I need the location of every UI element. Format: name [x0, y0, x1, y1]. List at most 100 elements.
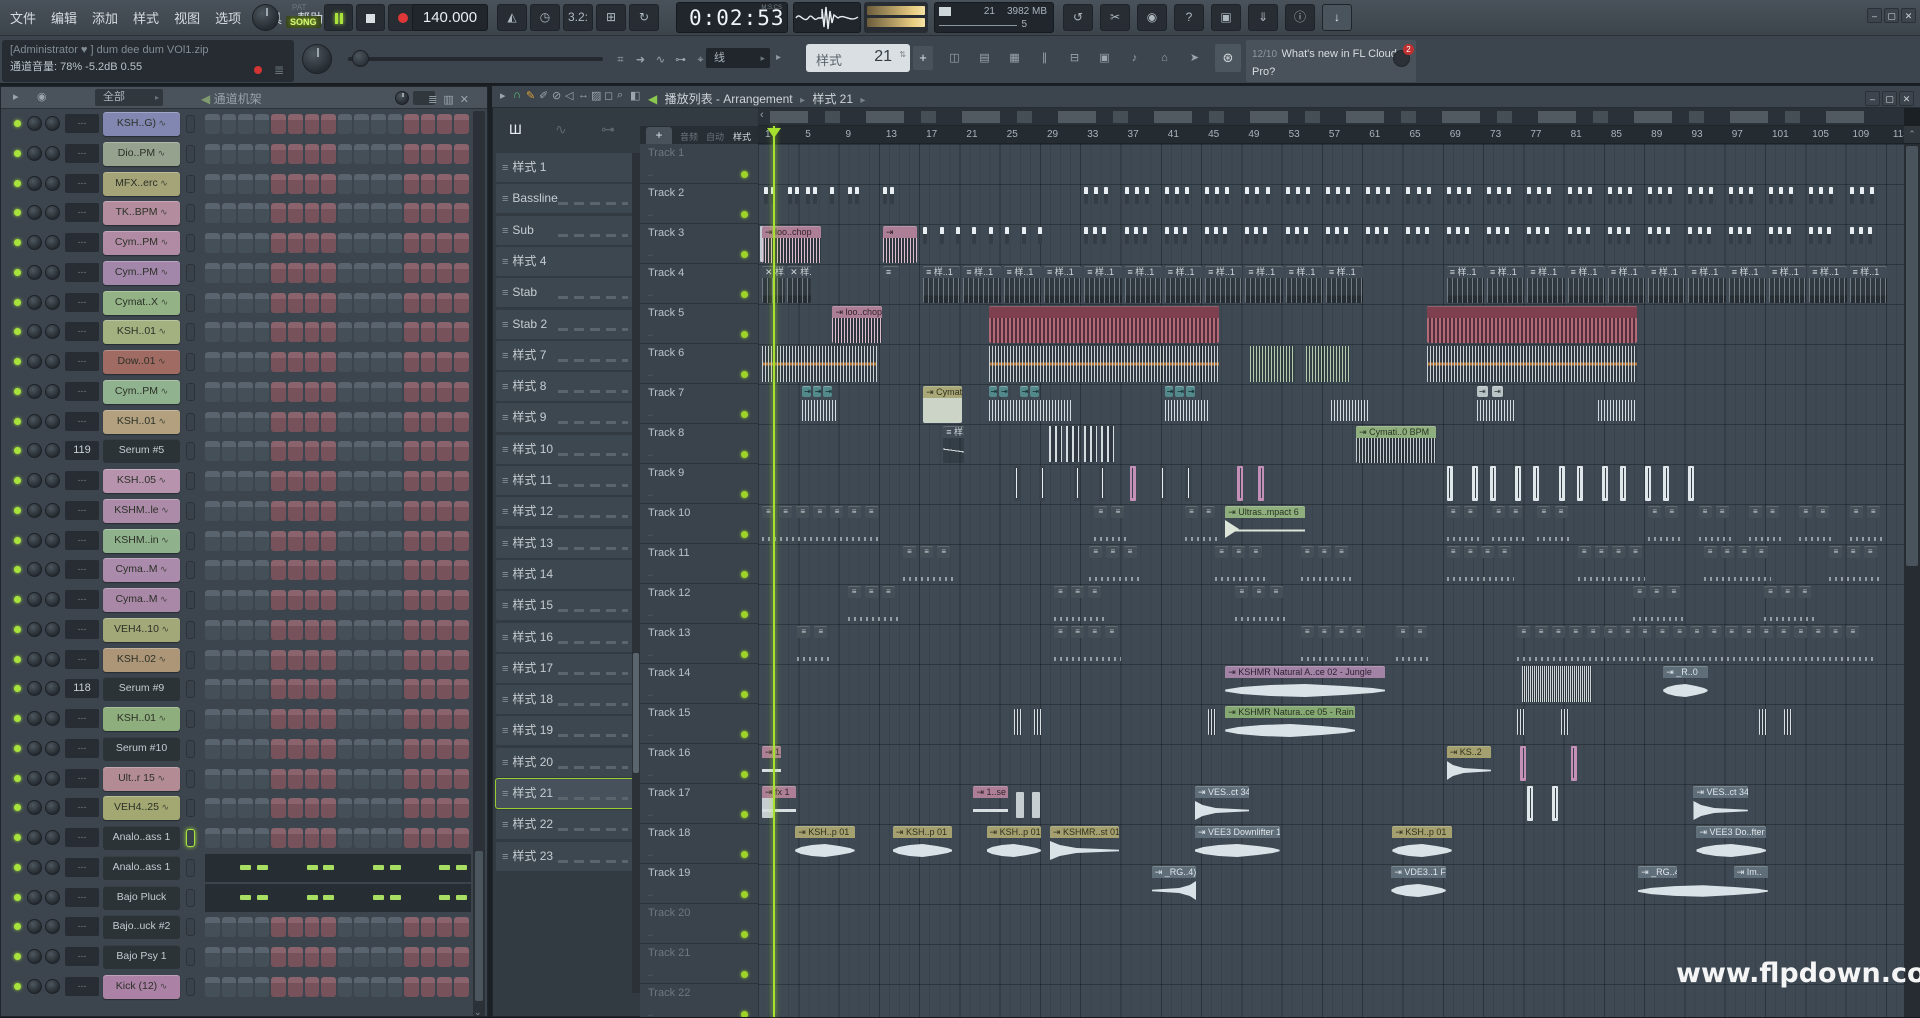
clip-label[interactable]: ≡ 样..1 — [1769, 266, 1806, 278]
step-cell[interactable] — [388, 620, 403, 640]
note-tick-clip[interactable] — [1657, 227, 1661, 244]
step-cell[interactable] — [371, 412, 386, 432]
clip-body[interactable] — [973, 798, 1007, 823]
note-tick-clip[interactable] — [1608, 227, 1612, 244]
rack-play-icon[interactable]: ▸ — [13, 90, 19, 103]
step-cell[interactable] — [371, 798, 386, 818]
step-cell[interactable] — [305, 263, 320, 283]
step-cell[interactable] — [371, 114, 386, 134]
pattern-item[interactable]: ≡样式 4 — [496, 247, 634, 276]
track-header[interactable]: Track 17┄ — [640, 784, 758, 824]
mini-pattern-clip[interactable]: ≡ — [797, 626, 810, 638]
clip-body[interactable] — [1225, 678, 1385, 703]
pattern-item[interactable]: ≡样式 1 — [496, 153, 634, 182]
mini-pattern-clip[interactable]: ≡ — [1105, 626, 1118, 638]
track-grip[interactable]: ┄ — [648, 291, 654, 300]
channel-selector[interactable] — [186, 680, 195, 698]
mini-pattern-clip[interactable]: ≡ — [779, 506, 792, 518]
note-tick-clip[interactable] — [1084, 227, 1088, 244]
step-cell[interactable] — [222, 114, 237, 134]
step-cell[interactable] — [454, 531, 469, 551]
step-cell[interactable] — [255, 739, 270, 759]
clip-label[interactable]: ⇥ _RG..4) — [1152, 866, 1196, 878]
step-cell[interactable] — [305, 560, 320, 580]
thin-clip[interactable] — [1688, 466, 1694, 501]
track-name[interactable]: Track 6 — [648, 347, 684, 359]
mini-pattern-clip[interactable]: ≡ — [937, 546, 950, 558]
clip-label[interactable]: ⇥ KSHMR Natural A..ce 02 - Jungle — [1225, 666, 1385, 678]
clip[interactable]: ⇥ 1..se — [762, 746, 781, 783]
track-name[interactable]: Track 14 — [648, 667, 690, 679]
play-icon[interactable]: ▸ — [500, 89, 506, 102]
mini-pattern-clip[interactable]: ≡ — [1595, 546, 1608, 558]
step-cell[interactable] — [288, 828, 303, 848]
mini-pattern-clip[interactable]: ≡ — [1781, 586, 1794, 598]
channel-volume-knob[interactable] — [45, 146, 60, 161]
clip-body[interactable] — [1165, 278, 1202, 303]
waveform-strip[interactable] — [802, 400, 836, 421]
channel-volume-knob[interactable] — [45, 443, 60, 458]
channel-pan-knob[interactable] — [27, 503, 42, 518]
step-cell[interactable] — [222, 828, 237, 848]
track-grip[interactable]: ┄ — [648, 531, 654, 540]
step-cell[interactable] — [288, 650, 303, 670]
note-dots-strip[interactable] — [1054, 617, 1104, 621]
step-cell[interactable] — [404, 441, 419, 461]
channel-pan-knob[interactable] — [27, 265, 42, 280]
striped-clip[interactable] — [989, 346, 1220, 382]
channel-button[interactable]: Ult..r 15 ∿ — [103, 767, 180, 791]
playlist-scrollbar[interactable] — [1904, 144, 1920, 1017]
mini-pattern-clip[interactable]: ≡ — [1766, 506, 1779, 518]
clip[interactable]: ⇥ KSHMR Natura..ce 05 - Rain — [1225, 706, 1355, 743]
thin-clip[interactable] — [1527, 786, 1533, 821]
channel-button[interactable]: Analo..ass 1 — [103, 856, 180, 880]
note-tick-clip[interactable] — [1578, 187, 1582, 204]
mini-pattern-clip[interactable]: ≡ — [1829, 546, 1842, 558]
thin-clip[interactable] — [1258, 466, 1264, 501]
note-tick-clip[interactable] — [1225, 187, 1229, 204]
track-grip[interactable]: ┄ — [648, 691, 654, 700]
pattern-item[interactable]: ≡样式 19 — [496, 716, 634, 745]
step-cell[interactable] — [404, 501, 419, 521]
step-cell[interactable] — [338, 263, 353, 283]
thin-clip[interactable] — [1472, 466, 1478, 501]
channel-volume-knob[interactable] — [45, 473, 60, 488]
step-cell[interactable] — [238, 947, 253, 967]
clip[interactable]: ⇥ KS..2 — [1447, 746, 1491, 783]
track-led[interactable] — [741, 651, 748, 658]
channel-mute-led[interactable] — [14, 685, 21, 692]
chip-clip[interactable]: ⇥ — [999, 386, 1008, 397]
step-cell[interactable] — [222, 769, 237, 789]
track-header[interactable]: Track 18┄ — [640, 824, 758, 864]
step-cell[interactable] — [421, 947, 436, 967]
step-cell[interactable] — [354, 709, 369, 729]
clip-label[interactable]: ≡ 样..1 — [1809, 266, 1846, 278]
channel-mute-led[interactable] — [14, 894, 21, 901]
step-cell[interactable] — [454, 441, 469, 461]
clip[interactable]: ≡ 样..1 — [1084, 266, 1121, 303]
save-icon[interactable]: ▣ — [1211, 4, 1241, 31]
channel-volume-knob[interactable] — [45, 711, 60, 726]
mini-pattern-clip[interactable]: ≡ — [1447, 506, 1460, 518]
thin-clip[interactable] — [1099, 466, 1105, 501]
step-cell[interactable] — [437, 174, 452, 194]
clip-label[interactable]: ≡ 样..1 — [1527, 266, 1564, 278]
mini-pattern-clip[interactable]: ≡ — [1252, 586, 1265, 598]
channel-pan-knob[interactable] — [27, 473, 42, 488]
note-tick-clip[interactable] — [1143, 227, 1147, 244]
step-cell[interactable] — [388, 412, 403, 432]
step-cell[interactable] — [388, 203, 403, 223]
magnet-icon[interactable]: ∩ — [513, 89, 521, 101]
track-led[interactable] — [741, 331, 748, 338]
step-cell[interactable] — [454, 709, 469, 729]
clip-label[interactable]: ≡ 样..1 — [1447, 266, 1484, 278]
channel-selector[interactable] — [186, 710, 195, 728]
note-dots-strip[interactable] — [1648, 537, 1681, 541]
step-cell[interactable] — [305, 293, 320, 313]
slice-icon[interactable]: ▨ — [591, 89, 601, 102]
channel-mute-led[interactable] — [14, 775, 21, 782]
step-cell[interactable] — [205, 798, 220, 818]
menu-item-文件[interactable]: 文件 — [10, 8, 36, 27]
step-cell[interactable] — [371, 709, 386, 729]
step-cell[interactable] — [222, 233, 237, 253]
